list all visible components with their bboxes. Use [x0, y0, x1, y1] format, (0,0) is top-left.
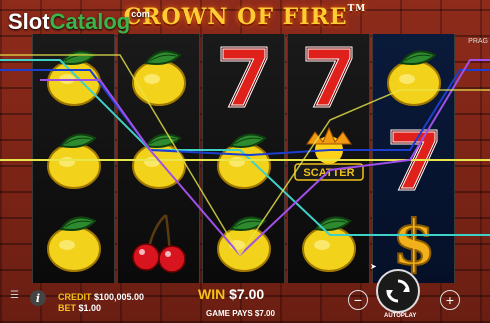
- spin-button[interactable]: [376, 269, 420, 313]
- win-value: $7.00: [229, 286, 265, 302]
- info-button[interactable]: i: [30, 290, 46, 306]
- menu-icon[interactable]: ☰: [10, 290, 19, 301]
- bet-label: BET: [58, 303, 76, 313]
- win-display: WIN $7.00: [198, 286, 264, 302]
- reel-4: SCATTER: [287, 34, 370, 283]
- lemon-symbol: [203, 117, 284, 200]
- credit-value: $100,005.00: [94, 292, 145, 302]
- svg-text:SCATTER: SCATTER: [303, 167, 354, 179]
- provider-label: PRAG: [468, 38, 488, 45]
- watermark-logo: SlotCatalogcom: [8, 9, 150, 34]
- bet-decrease-button[interactable]: −: [348, 290, 368, 310]
- lemon-symbol: [203, 200, 284, 283]
- seven-symbol: [203, 34, 284, 117]
- lemon-symbol: [33, 117, 114, 200]
- lemon-symbol: [33, 34, 114, 117]
- seven-symbol: [373, 117, 454, 200]
- gamepays-value: $7.00: [254, 309, 275, 318]
- svg-text:$: $: [392, 206, 435, 278]
- lemon-symbol: [373, 34, 454, 117]
- lemon-symbol: [288, 200, 369, 283]
- reel-5: $: [372, 34, 455, 283]
- lemon-symbol: [118, 117, 199, 200]
- game-title: CROWN OF FIRETM: [123, 4, 367, 30]
- reel-3: [202, 34, 285, 283]
- lemon-symbol: [118, 34, 199, 117]
- gamepays-label: GAME PAYS: [206, 309, 253, 318]
- autoplay-label[interactable]: AUTOPLAY: [384, 313, 416, 319]
- lemon-symbol: [33, 200, 114, 283]
- turbo-icon[interactable]: ➤: [370, 262, 377, 271]
- credit-label: CREDIT: [58, 292, 92, 302]
- bet-value: $1.00: [78, 303, 102, 313]
- balance-panel: CREDIT $100,005.00 BET $1.00: [58, 292, 144, 314]
- dollar-symbol: $: [373, 200, 454, 283]
- bet-increase-button[interactable]: +: [440, 290, 460, 310]
- reels-area: SCATTER $: [32, 34, 456, 283]
- cherry-symbol: [118, 200, 199, 283]
- reel-2: [117, 34, 200, 283]
- game-pays-display: GAME PAYS $7.00: [206, 309, 275, 318]
- win-label: WIN: [198, 286, 226, 302]
- reel-1: [32, 34, 115, 283]
- seven-symbol: [288, 34, 369, 117]
- spin-arrows-icon: [386, 279, 410, 303]
- scatter-symbol: SCATTER: [288, 117, 369, 200]
